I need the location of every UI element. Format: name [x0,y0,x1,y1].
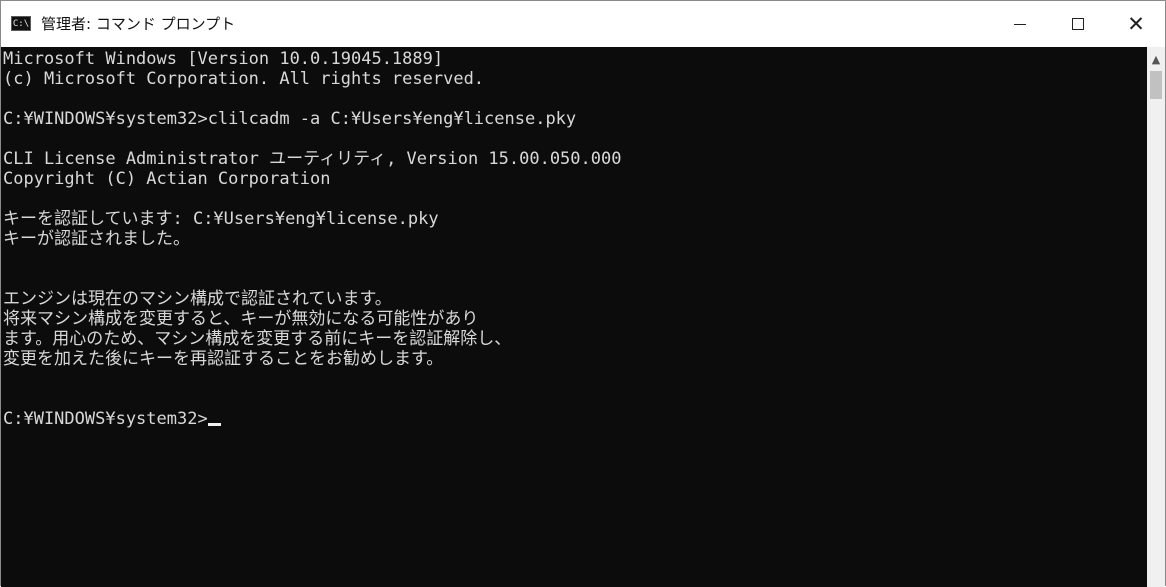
console-line: エンジンは現在のマシン構成で認証されています。 [3,289,392,309]
scroll-up-icon[interactable]: ▲ [1151,54,1161,65]
console-output[interactable]: Microsoft Windows [Version 10.0.19045.18… [1,47,1149,587]
console-line: キーを認証しています: C:¥Users¥eng¥license.pky [3,209,439,229]
console-line: ます。用心のため、マシン構成を変更する前にキーを認証解除し、 [3,329,512,349]
console-line: 変更を加えた後にキーを再認証することをお勧めします。 [3,349,444,369]
console-line: (c) Microsoft Corporation. All rights re… [3,69,485,89]
close-button[interactable]: ✕ [1107,1,1165,47]
command-prompt-line: C:¥WINDOWS¥system32> [3,409,208,429]
console-line: CLI License Administrator ユーティリティ, Versi… [3,149,622,169]
console-line: 将来マシン構成を変更すると、キーが無効になる可能性があり [3,309,479,329]
console-line: Copyright (C) Actian Corporation [3,169,331,189]
console-line: キーが認証されました。 [3,229,190,249]
console-line: Microsoft Windows [Version 10.0.19045.18… [3,49,444,69]
command-prompt-icon[interactable]: C:\ [11,16,31,31]
window-title: 管理者: コマンド プロンプト [41,15,236,33]
minimize-button[interactable] [991,1,1049,47]
command-prompt-window: C:\ 管理者: コマンド プロンプト ✕ Microsoft Windows … [0,0,1166,587]
text-cursor [207,423,221,426]
console-text: Microsoft Windows [Version 10.0.19045.18… [3,49,621,429]
console-line: C:¥WINDOWS¥system32>clilcadm -a C:¥Users… [3,109,577,129]
window-controls: ✕ [991,1,1165,47]
scrollbar-thumb[interactable] [1150,71,1162,99]
title-bar[interactable]: C:\ 管理者: コマンド プロンプト ✕ [1,1,1165,47]
maximize-button[interactable] [1049,1,1107,47]
vertical-scrollbar[interactable]: ▲ [1147,47,1165,587]
